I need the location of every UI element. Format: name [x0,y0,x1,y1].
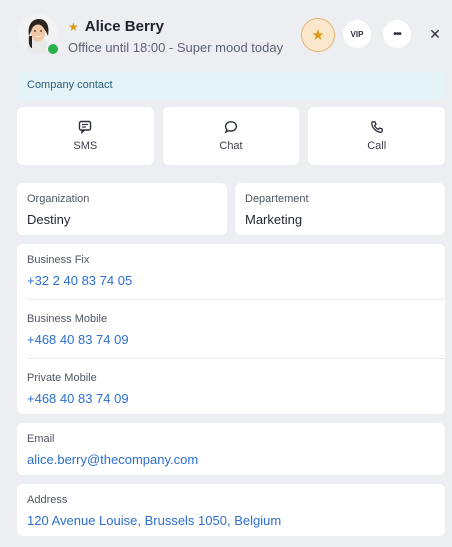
banner-label: Company contact [27,79,113,91]
close-button[interactable]: ✕ [425,24,445,44]
favorite-star-icon: ★ [68,19,79,34]
address-label: Address [27,494,68,506]
favorite-button[interactable]: ★ [301,18,335,52]
business-mobile-label: Business Mobile [27,313,108,325]
contact-status: Office until 18:00 - Super mood today [68,40,284,55]
organization-value: Destiny [27,212,71,227]
star-icon: ★ [311,26,325,44]
phone-icon [370,121,383,133]
address-card: Address 120 Avenue Louise, Brussels 1050… [17,484,445,536]
department-card: Departement Marketing [235,183,445,235]
phone-numbers-card: Business Fix +32 2 40 83 74 05 Business … [17,244,445,414]
business-fix-number[interactable]: +32 2 40 83 74 05 [27,273,435,288]
quick-actions: SMS Chat Call [17,107,446,165]
address-link[interactable]: 120 Avenue Louise, Brussels 1050, Belgiu… [27,513,435,528]
call-label: Call [367,140,387,152]
email-label: Email [27,433,55,445]
department-value: Marketing [245,212,303,227]
organization-label: Organization [27,193,90,205]
sms-label: SMS [73,140,98,152]
private-mobile-label: Private Mobile [27,372,97,384]
divider [27,358,445,359]
sms-icon [79,120,92,134]
chat-label: Chat [219,140,243,152]
chat-button[interactable]: Chat [162,107,300,165]
divider [27,299,445,300]
more-icon: ••• [393,28,401,40]
contact-header: ★ Alice Berry Office until 18:00 - Super… [0,0,452,70]
email-card: Email alice.berry@thecompany.com [17,423,445,475]
vip-button[interactable]: VIP [343,20,371,48]
phone-row-business-mobile: Business Mobile +468 40 83 74 09 [27,313,435,347]
department-label: Departement [245,193,309,205]
phone-row-private-mobile: Private Mobile +468 40 83 74 09 [27,372,435,406]
call-button[interactable]: Call [308,107,446,165]
presence-online-indicator [46,42,60,56]
sms-button[interactable]: SMS [17,107,154,165]
company-contact-banner: Company contact [17,72,445,100]
business-fix-label: Business Fix [27,254,90,266]
more-options-button[interactable]: ••• [383,20,411,48]
private-mobile-number[interactable]: +468 40 83 74 09 [27,391,435,406]
business-mobile-number[interactable]: +468 40 83 74 09 [27,332,435,347]
vip-label: VIP [350,29,364,39]
chat-icon [224,121,238,134]
close-icon: ✕ [429,25,441,42]
phone-row-business-fix: Business Fix +32 2 40 83 74 05 [27,254,435,288]
organization-card: Organization Destiny [17,183,227,235]
email-link[interactable]: alice.berry@thecompany.com [27,452,435,467]
contact-name: Alice Berry [84,18,164,35]
